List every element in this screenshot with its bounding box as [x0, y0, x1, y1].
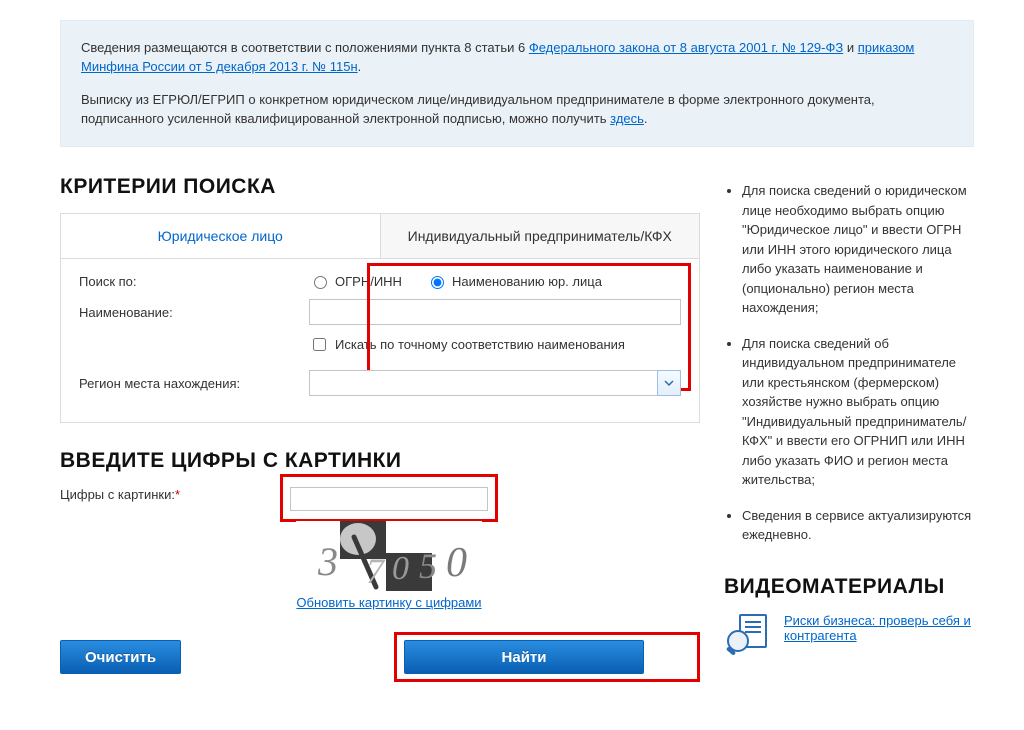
find-button-wrap: Найти: [394, 632, 700, 682]
entity-tabs: Юридическое лицо Индивидуальный предприн…: [61, 214, 699, 259]
radio-by-name[interactable]: Наименованию юр. лица: [426, 273, 602, 289]
row-search-by: Поиск по: ОГРН/ИНН Наименованию юр. лица: [79, 273, 681, 289]
captcha-digit: 7: [366, 551, 386, 591]
exact-match-input[interactable]: [313, 338, 326, 351]
captcha-heading: ВВЕДИТЕ ЦИФРЫ С КАРТИНКИ: [60, 449, 700, 473]
notice-text: и: [847, 40, 858, 55]
criteria-form: Юридическое лицо Индивидуальный предприн…: [60, 213, 700, 423]
exact-match-checkbox[interactable]: Искать по точному соответствию наименова…: [309, 335, 625, 354]
find-button[interactable]: Найти: [404, 640, 644, 674]
label-name: Наименование:: [79, 305, 309, 320]
clear-button[interactable]: Очистить: [60, 640, 181, 674]
radio-ogrn-inn[interactable]: ОГРН/ИНН: [309, 273, 402, 289]
captcha-digit: 0: [446, 540, 467, 586]
notice-paragraph-1: Сведения размещаются в соответствии с по…: [81, 39, 953, 77]
captcha-digit: 5: [419, 546, 437, 586]
radio-ogrn-inn-input[interactable]: [314, 276, 327, 289]
notice-text: .: [644, 111, 648, 126]
tab-legal-entity[interactable]: Юридическое лицо: [61, 214, 381, 258]
law-link-129fz[interactable]: Федерального закона от 8 августа 2001 г.…: [529, 40, 843, 55]
captcha-row: Цифры с картинки:*: [60, 487, 700, 511]
row-exact: Искать по точному соответствию наименова…: [79, 335, 681, 354]
magnifier-document-icon: [724, 613, 772, 657]
form-inner: Поиск по: ОГРН/ИНН Наименованию юр. лица: [61, 259, 699, 422]
region-select[interactable]: [309, 370, 681, 396]
label-region: Регион места нахождения:: [79, 376, 309, 391]
help-item: Для поиска сведений об индивидуальном пр…: [742, 334, 974, 490]
criteria-heading: КРИТЕРИИ ПОИСКА: [60, 175, 700, 199]
video-block: Риски бизнеса: проверь себя и контрагент…: [724, 613, 974, 657]
notice-paragraph-2: Выписку из ЕГРЮЛ/ЕГРИП о конкретном юрид…: [81, 91, 953, 129]
help-list: Для поиска сведений о юридическом лице н…: [724, 181, 974, 545]
name-input[interactable]: [309, 299, 681, 325]
field-region: [309, 370, 681, 396]
required-mark: *: [175, 487, 180, 502]
radio-by-name-label: Наименованию юр. лица: [452, 274, 602, 289]
label-search-by: Поиск по:: [79, 274, 309, 289]
refresh-captcha-link[interactable]: Обновить картинку с цифрами: [296, 595, 481, 610]
chevron-down-icon[interactable]: [657, 370, 681, 396]
captcha-image: 3 7 0 5 0: [296, 521, 482, 591]
notice-text: Сведения размещаются в соответствии с по…: [81, 40, 529, 55]
video-link-wrap: Риски бизнеса: проверь себя и контрагент…: [784, 613, 974, 643]
captcha-section: ВВЕДИТЕ ЦИФРЫ С КАРТИНКИ Цифры с картинк…: [60, 449, 700, 610]
field-name: [309, 299, 681, 325]
content-columns: КРИТЕРИИ ПОИСКА Юридическое лицо Индивид…: [60, 175, 974, 682]
captcha-label-text: Цифры с картинки:: [60, 487, 175, 502]
radio-ogrn-inn-label: ОГРН/ИНН: [335, 274, 402, 289]
clear-button-wrap: Очистить: [60, 632, 181, 682]
buttons-row: Очистить Найти: [60, 632, 700, 682]
left-column: КРИТЕРИИ ПОИСКА Юридическое лицо Индивид…: [60, 175, 700, 682]
captcha-image-wrap: 3 7 0 5 0 Обновить картинку с цифрами: [290, 521, 488, 610]
search-by-radios: ОГРН/ИНН Наименованию юр. лица: [309, 273, 681, 289]
captcha-input[interactable]: [290, 487, 488, 511]
captcha-digit: 0: [392, 550, 409, 587]
video-link[interactable]: Риски бизнеса: проверь себя и контрагент…: [784, 613, 971, 643]
tab-individual[interactable]: Индивидуальный предприниматель/КФХ: [381, 214, 700, 258]
exact-match-label: Искать по точному соответствию наименова…: [335, 337, 625, 352]
notice-text: Выписку из ЕГРЮЛ/ЕГРИП о конкретном юрид…: [81, 92, 875, 126]
extract-here-link[interactable]: здесь: [610, 111, 644, 126]
page: Сведения размещаются в соответствии с по…: [0, 0, 1024, 712]
help-item: Для поиска сведений о юридическом лице н…: [742, 181, 974, 318]
radio-by-name-input[interactable]: [431, 276, 444, 289]
captcha-digit: 3: [317, 539, 338, 584]
row-region: Регион места нахождения:: [79, 370, 681, 396]
notice-box: Сведения размещаются в соответствии с по…: [60, 20, 974, 147]
notice-text: .: [358, 59, 362, 74]
field-exact: Искать по точному соответствию наименова…: [309, 335, 681, 354]
captcha-field-wrap: [290, 487, 488, 511]
right-column: Для поиска сведений о юридическом лице н…: [724, 175, 974, 682]
help-item: Сведения в сервисе актуализируются ежедн…: [742, 506, 974, 545]
captcha-label: Цифры с картинки:*: [60, 487, 290, 502]
row-name: Наименование:: [79, 299, 681, 325]
video-heading: ВИДЕОМАТЕРИАЛЫ: [724, 575, 974, 599]
